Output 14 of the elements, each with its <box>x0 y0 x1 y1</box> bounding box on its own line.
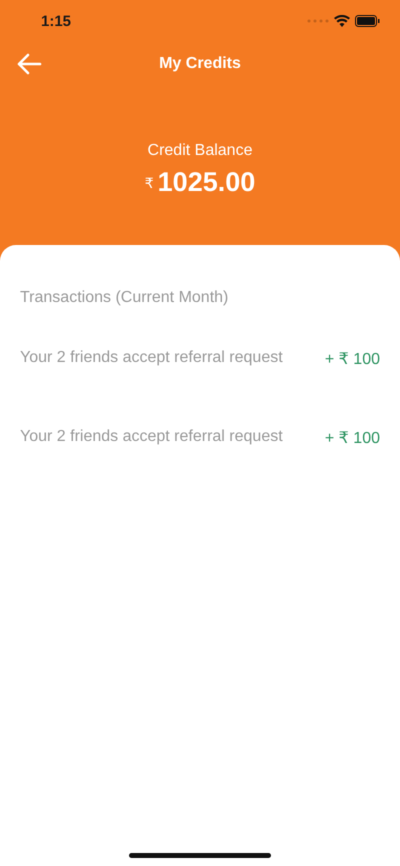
signal-dots-icon <box>307 19 329 23</box>
status-time: 1:15 <box>41 12 72 30</box>
transaction-amount: + ₹ 100 <box>324 350 380 369</box>
battery-icon <box>355 15 380 27</box>
balance-label: Credit Balance <box>148 142 252 160</box>
section-title: Transactions (Current Month) <box>20 289 228 307</box>
back-arrow-icon[interactable] <box>16 53 42 75</box>
transaction-description: Your 2 friends accept referral request <box>20 428 283 447</box>
balance-amount: 1025.00 <box>158 167 256 198</box>
currency-symbol: ₹ <box>144 175 154 192</box>
transaction-amount: + ₹ 100 <box>324 429 380 448</box>
wifi-icon <box>334 15 350 27</box>
transaction-description: Your 2 friends accept referral request <box>20 349 283 368</box>
page-title: My Credits <box>159 55 241 73</box>
